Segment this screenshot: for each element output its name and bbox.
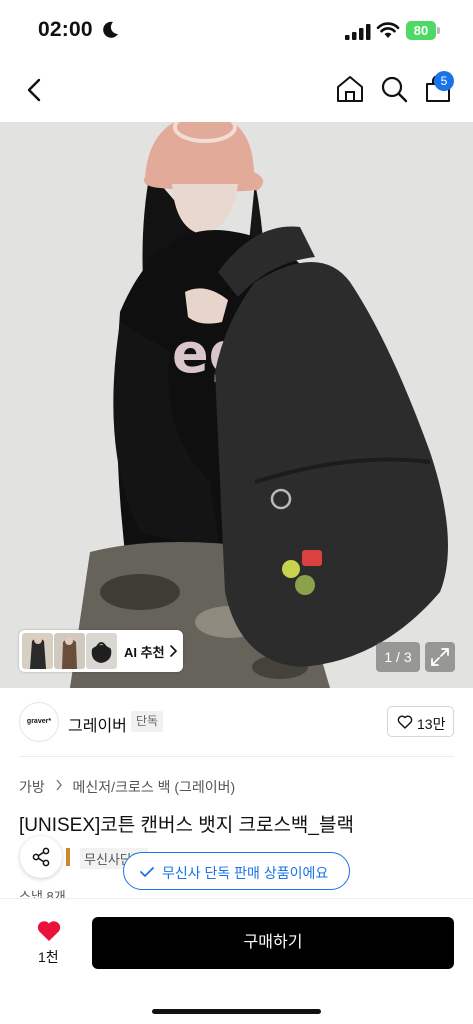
home-icon[interactable] [334, 73, 366, 105]
ai-recommend-label: AI 추천 [124, 645, 165, 660]
back-icon[interactable] [20, 74, 48, 106]
product-image-gallery[interactable]: eg AI 추천 1 / 3 [0, 122, 473, 688]
product-photo: eg [0, 122, 473, 688]
exclusive-sale-text: 무신사 단독 판매 상품이에요 [162, 865, 329, 881]
expand-icon [431, 648, 449, 666]
heart-filled-icon[interactable] [36, 919, 62, 943]
ai-thumbnail [22, 633, 53, 669]
chevron-right-icon [56, 779, 62, 791]
breadcrumb-item[interactable]: 가방 [19, 777, 45, 797]
signal-icon [345, 24, 371, 40]
battery-icon: 80 [406, 21, 440, 40]
ai-recommend-chip[interactable]: AI 추천 [19, 630, 183, 672]
chevron-right-icon [170, 645, 178, 657]
badge-stripe [66, 848, 70, 866]
ai-thumbnail [86, 633, 117, 669]
share-icon [32, 847, 50, 867]
wish-count: 1천 [38, 949, 59, 965]
exclusive-sale-pill[interactable]: 무신사 단독 판매 상품이에요 [123, 852, 350, 890]
brand-name[interactable]: 그레이버 [68, 712, 127, 736]
status-bar: 02:00 80 [0, 0, 473, 62]
buy-button[interactable]: 구매하기 [92, 917, 454, 969]
expand-image-button[interactable] [425, 642, 455, 672]
battery-level: 80 [406, 21, 436, 40]
divider [19, 756, 454, 757]
brand-logo-text: graver* [26, 718, 52, 725]
breadcrumb: 가방 메신저/크로스 백 (그레이버) [19, 777, 235, 797]
brand-logo[interactable]: graver* [19, 702, 59, 742]
cart-count-badge: 5 [434, 71, 454, 91]
brand-exclusive-tag: 단독 [131, 711, 164, 732]
search-icon[interactable] [378, 73, 410, 105]
breadcrumb-item[interactable]: 메신저/크로스 백 (그레이버) [73, 777, 236, 797]
check-icon [140, 867, 154, 877]
wifi-icon [376, 22, 400, 38]
home-indicator [152, 1009, 321, 1014]
image-page-indicator: 1 / 3 [376, 642, 420, 672]
share-button[interactable] [20, 836, 62, 878]
battery-cap [437, 27, 440, 34]
status-time: 02:00 [38, 18, 93, 41]
brand-like-button[interactable]: 13만 [387, 706, 454, 737]
nav-bar: 5 [0, 62, 473, 122]
bottom-action-bar: 1천 구매하기 [0, 898, 473, 1024]
moon-icon [103, 21, 118, 38]
heart-outline-icon [397, 715, 413, 729]
ai-thumbnail [54, 633, 85, 669]
product-title: [UNISEX]코튼 캔버스 뱃지 크로스백_블랙 [19, 815, 354, 836]
brand-like-count: 13만 [417, 716, 446, 732]
